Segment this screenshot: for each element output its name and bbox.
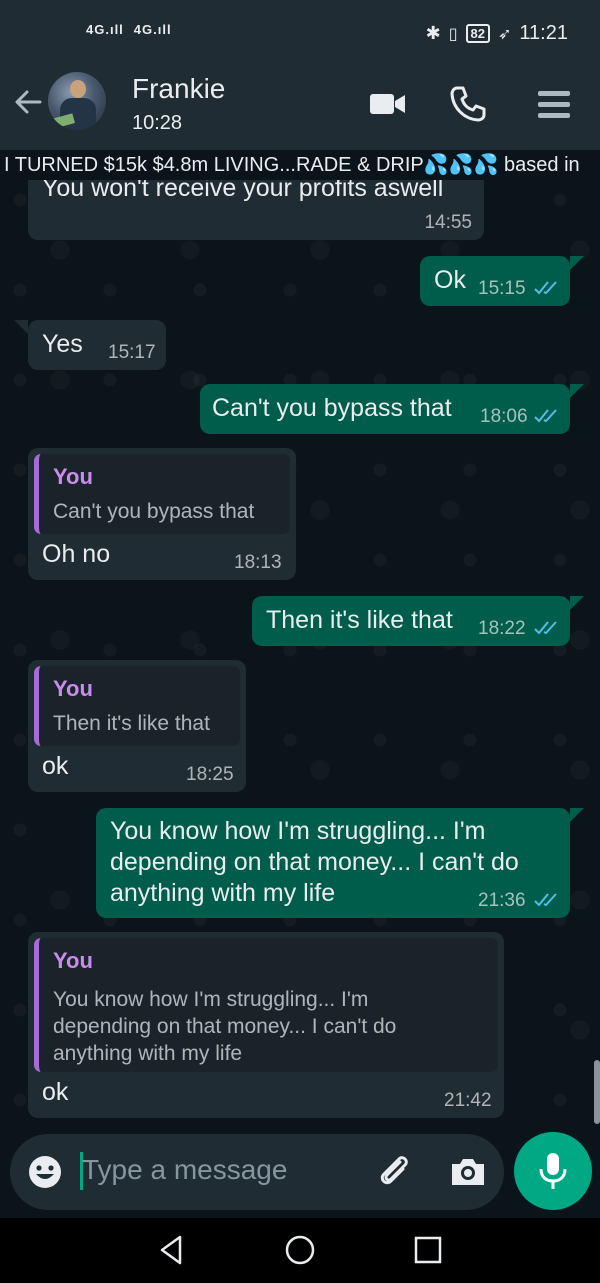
mic-icon xyxy=(539,1153,567,1189)
message-incoming-reply[interactable]: You Can't you bypass that Oh no 18:13 xyxy=(28,448,296,580)
signal-1: 4G.ıll xyxy=(86,22,124,37)
message-outgoing[interactable]: Can't you bypass that 18:06 xyxy=(200,384,570,434)
back-arrow-icon[interactable] xyxy=(10,84,46,120)
message-incoming-reply[interactable]: You Then it's like that ok 18:25 xyxy=(28,660,246,792)
bubble-tail xyxy=(570,596,584,610)
read-ticks-icon xyxy=(534,281,557,295)
nav-back-icon[interactable] xyxy=(156,1234,188,1266)
bubble-tail xyxy=(14,320,28,334)
quoted-message[interactable]: You Can't you bypass that xyxy=(34,454,290,534)
message-text: You won't receive your profits aswell xyxy=(42,180,444,202)
message-time: 21:36 xyxy=(478,890,526,911)
message-time: 15:17 xyxy=(108,342,156,363)
nav-home-icon[interactable] xyxy=(284,1234,316,1266)
quoted-message[interactable]: You You know how I'm struggling... I'm d… xyxy=(34,938,498,1072)
nav-recents-icon[interactable] xyxy=(412,1234,444,1266)
message-time: 18:13 xyxy=(234,552,282,573)
quote-text: You know how I'm struggling... I'm depen… xyxy=(53,988,397,1065)
status-bar: 4G.ıll 4G.ıll ✱ ▯ 82 ➶ 11:21 xyxy=(0,0,600,58)
bubble-tail xyxy=(570,808,584,822)
message-incoming[interactable]: Yes 15:17 xyxy=(28,320,166,370)
bubble-tail xyxy=(570,256,584,270)
video-call-icon[interactable] xyxy=(368,84,408,124)
message-text: Can't you bypass that xyxy=(212,394,452,422)
menu-icon[interactable] xyxy=(534,84,574,124)
bubble-tail xyxy=(570,384,584,398)
message-list[interactable]: You won't receive your profits aswell 14… xyxy=(0,180,600,1130)
read-ticks-icon xyxy=(534,621,557,635)
system-nav-bar xyxy=(0,1218,600,1283)
contact-subtitle: 10:28 xyxy=(132,112,183,134)
message-text: Ok xyxy=(434,266,466,294)
message-time: 21:42 xyxy=(444,1090,492,1111)
message-text: Oh no xyxy=(42,540,111,568)
signal-2: 4G.ıll xyxy=(133,22,172,37)
emoji-icon[interactable] xyxy=(26,1153,64,1191)
message-outgoing[interactable]: Ok 15:15 xyxy=(420,256,570,306)
battery-indicator: 82 xyxy=(465,24,491,43)
quote-author: You xyxy=(53,676,93,701)
bluetooth-icon: ✱ xyxy=(425,23,441,43)
quote-author: You xyxy=(53,464,93,489)
message-text: Then it's like that xyxy=(266,606,453,634)
mic-button[interactable] xyxy=(514,1132,592,1210)
avatar[interactable] xyxy=(48,72,106,130)
message-incoming-reply[interactable]: You You know how I'm struggling... I'm d… xyxy=(28,932,504,1118)
charging-icon: ➶ xyxy=(498,25,512,43)
message-time: 18:06 xyxy=(480,406,528,427)
quote-text: Can't you bypass that xyxy=(53,500,255,523)
message-compose-bar[interactable]: Type a message xyxy=(10,1134,504,1210)
message-time: 18:25 xyxy=(186,764,234,785)
attach-icon[interactable] xyxy=(374,1150,414,1190)
message-outgoing[interactable]: Then it's like that 18:22 xyxy=(252,596,570,646)
read-ticks-icon xyxy=(534,409,557,423)
signal-indicators: 4G.ıll 4G.ıll xyxy=(86,22,172,37)
quoted-message[interactable]: You Then it's like that xyxy=(34,666,240,746)
message-time: 18:22 xyxy=(478,618,526,639)
phone-icon[interactable] xyxy=(448,84,488,124)
message-text: ok xyxy=(42,1078,69,1106)
clock: 11:21 xyxy=(519,22,568,44)
message-incoming[interactable]: You won't receive your profits aswell 14… xyxy=(28,180,484,240)
vibrate-icon: ▯ xyxy=(448,25,458,43)
camera-icon[interactable] xyxy=(448,1152,488,1192)
contact-name[interactable]: Frankie xyxy=(132,73,225,105)
message-time: 15:15 xyxy=(478,278,526,299)
read-ticks-icon xyxy=(534,893,557,907)
message-input[interactable]: Type a message xyxy=(82,1154,287,1186)
message-outgoing[interactable]: You know how I'm struggling... I'm depen… xyxy=(96,808,570,918)
chat-header: Frankie 10:28 xyxy=(0,58,600,150)
scrolling-banner: I TURNED $15k $4.8m LIVING...RADE & DRIP… xyxy=(0,150,600,180)
quote-text: Then it's like that xyxy=(53,712,210,735)
message-text: Yes xyxy=(42,330,83,358)
message-time: 14:55 xyxy=(424,212,472,233)
message-text: ok xyxy=(42,752,69,780)
status-right: ✱ ▯ 82 ➶ 11:21 xyxy=(426,22,568,45)
quote-author: You xyxy=(53,948,93,973)
scroll-indicator[interactable] xyxy=(594,1060,600,1124)
